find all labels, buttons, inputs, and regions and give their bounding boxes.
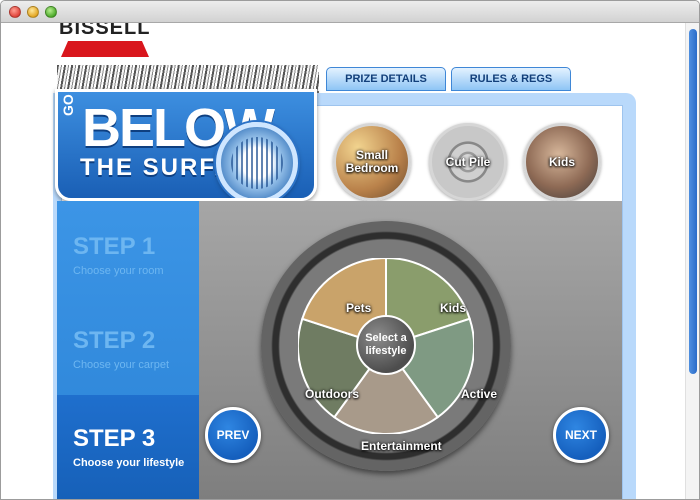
segment-label-active: Active: [461, 387, 498, 401]
headline-go: GO: [60, 94, 76, 116]
option-kids-label: Kids: [548, 154, 575, 169]
magnifier-lens-icon: [216, 122, 298, 198]
step-3-active[interactable]: STEP 3 Choose your lifestyle: [57, 395, 200, 499]
vertical-scrollbar[interactable]: [685, 23, 699, 499]
minimize-window-button[interactable]: [27, 6, 39, 18]
segment-label-pets: Pets: [346, 301, 372, 315]
zoom-window-button[interactable]: [45, 6, 57, 18]
scrollbar-thumb[interactable]: [689, 29, 697, 374]
step-1-description: Choose your room: [73, 265, 164, 277]
step-3-description: Choose your lifestyle: [73, 457, 185, 469]
wheel-center-label: Select a lifestyle: [356, 315, 416, 375]
step-1[interactable]: STEP 1 Choose your room: [57, 201, 200, 291]
prize-details-tab[interactable]: PRIZE DETAILS: [326, 67, 446, 91]
rules-regs-tab[interactable]: RULES & REGS: [451, 67, 571, 91]
browser-window: BISSELL PRIZE DETAILS RULES & REGS GO BE…: [0, 0, 700, 500]
segment-label-kids: Kids: [440, 301, 467, 315]
prev-button[interactable]: PREV: [205, 407, 261, 463]
option-small-bedroom-label: Small Bedroom: [345, 148, 399, 175]
page-content: BISSELL PRIZE DETAILS RULES & REGS GO BE…: [1, 23, 687, 499]
option-small-bedroom[interactable]: Small Bedroom: [333, 123, 411, 201]
step-2-description: Choose your carpet: [73, 359, 169, 371]
option-cut-pile[interactable]: Cut Pile: [429, 123, 507, 201]
headline-banner: GO BELOW THE SURFACE: [55, 89, 317, 201]
window-titlebar: [1, 1, 699, 23]
option-kids[interactable]: Kids: [523, 123, 601, 201]
brand-logo[interactable]: BISSELL: [59, 23, 150, 40]
brand-logo-bar: [61, 41, 149, 57]
segment-label-outdoors: Outdoors: [305, 387, 359, 401]
next-button[interactable]: NEXT: [553, 407, 609, 463]
option-cut-pile-label: Cut Pile: [445, 154, 491, 169]
close-window-button[interactable]: [9, 6, 21, 18]
step-2-title: STEP 2: [73, 327, 156, 354]
steps-sidebar: STEP 1 Choose your room STEP 2 Choose yo…: [57, 201, 200, 499]
segment-label-entertainment: Entertainment: [361, 439, 442, 453]
step-2[interactable]: STEP 2 Choose your carpet: [57, 295, 200, 385]
step-3-title: STEP 3: [73, 425, 156, 452]
step-1-title: STEP 1: [73, 233, 156, 260]
